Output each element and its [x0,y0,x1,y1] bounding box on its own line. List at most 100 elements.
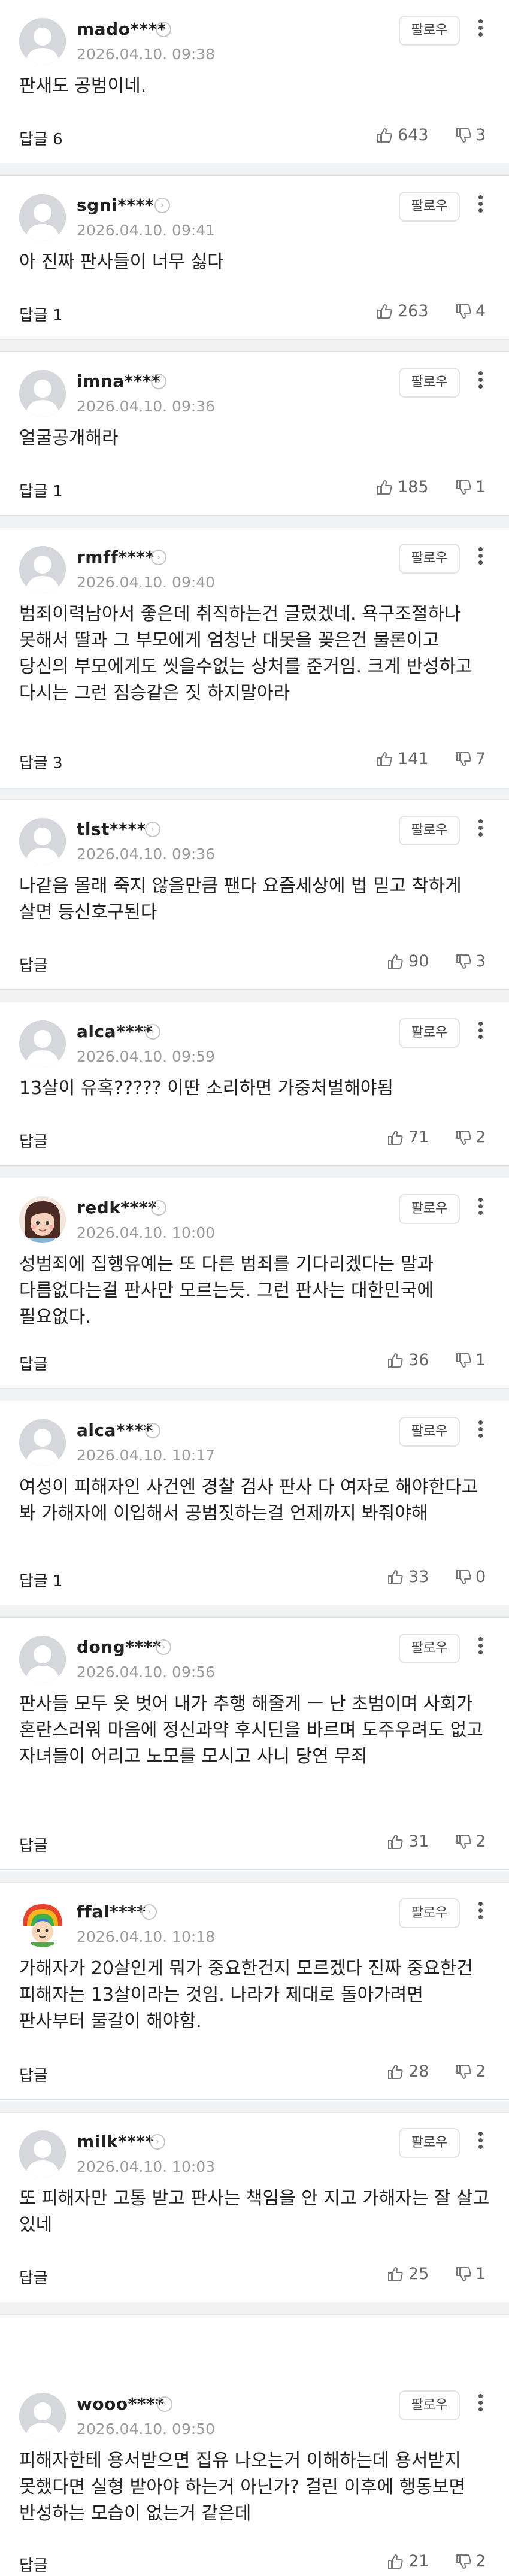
more-options-icon[interactable] [474,2129,486,2156]
like-button[interactable]: 21 [387,2552,429,2571]
avatar[interactable] [19,818,66,865]
more-options-icon[interactable] [474,193,486,219]
more-options-icon[interactable] [474,17,486,43]
more-options-icon[interactable] [474,1635,486,1661]
follow-button[interactable]: 팔로우 [399,544,460,574]
chevron-right-icon[interactable]: › [150,2134,165,2150]
like-button[interactable]: 141 [376,750,429,768]
like-button[interactable]: 36 [387,1351,429,1369]
dislike-button[interactable]: 1 [455,1351,486,1369]
username[interactable]: ffal**** [77,1902,146,1922]
follow-button[interactable]: 팔로우 [399,2128,460,2158]
avatar[interactable] [19,370,66,417]
chevron-right-icon[interactable]: › [154,198,170,213]
avatar[interactable] [19,2130,66,2177]
username[interactable]: rmff**** [77,547,154,567]
chevron-right-icon[interactable]: › [151,550,166,565]
follow-button[interactable]: 팔로우 [399,16,460,46]
like-button[interactable]: 185 [376,478,429,496]
like-button[interactable]: 643 [376,126,429,144]
avatar[interactable] [19,1020,66,1067]
chevron-right-icon[interactable]: › [145,822,160,837]
dislike-button[interactable]: 2 [455,2552,486,2571]
dislike-button[interactable]: 7 [455,750,486,768]
avatar[interactable] [19,1419,66,1466]
like-count: 28 [408,2062,429,2081]
username[interactable]: alca**** [77,1420,153,1440]
more-options-icon[interactable] [474,369,486,395]
more-options-icon[interactable] [474,1418,486,1444]
comment-body: 아 진짜 판사들이 너무 싫다 [19,251,224,272]
reply-button[interactable]: 답글 [19,1833,48,1856]
avatar[interactable] [19,194,66,241]
dislike-button[interactable]: 0 [455,1568,486,1586]
like-button[interactable]: 31 [387,1832,429,1851]
avatar[interactable] [19,2393,66,2439]
follow-button[interactable]: 팔로우 [399,1417,460,1447]
more-options-icon[interactable] [474,2392,486,2418]
thumbs-up-icon [376,127,393,144]
follow-button[interactable]: 팔로우 [399,1634,460,1663]
dislike-button[interactable]: 2 [455,1128,486,1147]
more-options-icon[interactable] [474,545,486,571]
chevron-right-icon[interactable]: › [151,1200,166,1216]
reply-button[interactable]: 답글 [19,2063,48,2086]
dislike-button[interactable]: 1 [455,478,486,496]
follow-button[interactable]: 팔로우 [399,368,460,398]
avatar[interactable] [19,18,66,65]
chevron-right-icon[interactable]: › [141,1904,157,1920]
reply-button[interactable]: 답글 6 [19,127,63,149]
follow-button[interactable]: 팔로우 [399,1018,460,1048]
dislike-button[interactable]: 2 [455,1832,486,1851]
chevron-right-icon[interactable]: › [156,1639,171,1655]
reply-button[interactable]: 답글 [19,2553,48,2575]
chevron-right-icon[interactable]: › [151,374,166,389]
avatar[interactable] [19,1196,66,1243]
follow-button[interactable]: 팔로우 [399,816,460,845]
dislike-button[interactable]: 1 [455,2265,486,2283]
username[interactable]: tlst**** [77,819,146,839]
chevron-right-icon[interactable]: › [145,1024,160,1040]
username[interactable]: alca**** [77,1022,153,1041]
chevron-right-icon[interactable]: › [156,22,171,37]
username[interactable]: mado**** [77,19,166,39]
more-options-icon[interactable] [474,1899,486,1926]
dislike-button[interactable]: 4 [455,302,486,320]
username[interactable]: milk**** [77,2132,154,2151]
username[interactable]: dong**** [77,1637,162,1657]
follow-button[interactable]: 팔로우 [399,2390,460,2420]
avatar[interactable] [19,1636,66,1683]
reply-button[interactable]: 답글 [19,2266,48,2288]
dislike-button[interactable]: 3 [455,126,486,144]
reply-button[interactable]: 답글 [19,953,48,975]
avatar[interactable] [19,546,66,593]
reply-button[interactable]: 답글 1 [19,479,63,501]
more-options-icon[interactable] [474,817,486,843]
like-button[interactable]: 25 [387,2265,429,2283]
username[interactable]: redk**** [77,1198,157,1217]
follow-button[interactable]: 팔로우 [399,1194,460,1224]
chevron-right-icon[interactable]: › [157,2396,172,2412]
username[interactable]: imna**** [77,371,160,391]
more-options-icon[interactable] [474,1195,486,1222]
follow-button[interactable]: 팔로우 [399,192,460,222]
chevron-right-icon[interactable]: › [145,1423,160,1438]
thumbs-up-icon [387,1129,404,1146]
dislike-button[interactable]: 3 [455,952,486,971]
like-button[interactable]: 90 [387,952,429,971]
like-button[interactable]: 28 [387,2062,429,2081]
reply-button[interactable]: 답글 1 [19,303,63,325]
reply-button[interactable]: 답글 1 [19,1569,63,1591]
more-options-icon[interactable] [474,1019,486,1045]
reply-button[interactable]: 답글 [19,1352,48,1374]
like-button[interactable]: 33 [387,1568,429,1586]
username[interactable]: wooo**** [77,2394,164,2414]
reply-button[interactable]: 답글 3 [19,751,63,773]
username[interactable]: sgni**** [77,195,154,215]
like-button[interactable]: 263 [376,302,429,320]
avatar[interactable] [19,1901,66,1947]
follow-button[interactable]: 팔로우 [399,1898,460,1928]
dislike-button[interactable]: 2 [455,2062,486,2081]
reply-button[interactable]: 답글 [19,1129,48,1151]
like-button[interactable]: 71 [387,1128,429,1147]
